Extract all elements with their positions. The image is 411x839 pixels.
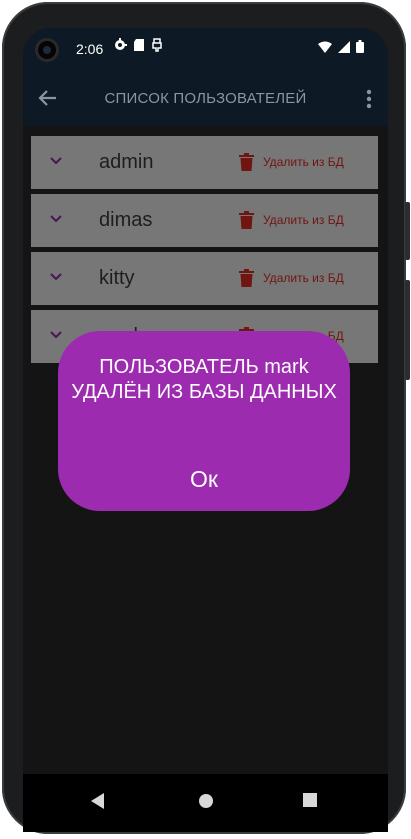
chevron-down-icon[interactable] (49, 330, 63, 340)
power-button (405, 202, 410, 260)
front-camera (35, 38, 59, 62)
nav-back-icon[interactable] (91, 793, 105, 809)
delete-user-button[interactable]: Удалить из БД (239, 211, 344, 229)
delete-user-button[interactable]: Удалить из БД (239, 269, 344, 287)
user-name: kitty (99, 267, 135, 289)
alert-dialog: ПОЛЬЗОВАТЕЛЬ mark УДАЛЁН ИЗ БАЗЫ ДАННЫХ … (58, 331, 350, 511)
sd-card-icon (134, 39, 144, 51)
trash-icon (239, 153, 254, 171)
status-time: 2:06 (76, 41, 104, 57)
ok-button[interactable]: Ок (154, 466, 254, 493)
list-item[interactable]: admin Удалить из БД (31, 136, 378, 189)
chevron-down-icon[interactable] (49, 272, 63, 282)
list-item[interactable]: kitty Удалить из БД (31, 252, 378, 305)
usb-icon (152, 38, 162, 52)
user-name: admin (99, 151, 154, 173)
delete-label: Удалить из БД (263, 155, 344, 169)
list-item[interactable]: dimas Удалить из БД (31, 194, 378, 247)
status-notification-icons (113, 38, 163, 52)
delete-user-button[interactable]: Удалить из БД (239, 153, 344, 171)
dialog-message: ПОЛЬЗОВАТЕЛЬ mark УДАЛЁН ИЗ БАЗЫ ДАННЫХ (71, 356, 337, 403)
app-bar: СПИСОК ПОЛЬЗОВАТЕЛЕЙ (23, 72, 388, 126)
battery-icon (356, 40, 364, 53)
more-vert-icon[interactable] (366, 88, 372, 110)
status-bar: 2:06 (23, 28, 388, 72)
trash-icon (239, 211, 254, 229)
delete-label: Удалить из БД (263, 271, 344, 285)
settings-alt-icon (115, 38, 127, 50)
status-system-icons (318, 40, 364, 53)
volume-button (405, 280, 410, 380)
trash-icon (239, 269, 254, 287)
chevron-down-icon[interactable] (49, 156, 63, 166)
delete-label: Удалить из БД (263, 213, 344, 227)
chevron-down-icon[interactable] (49, 214, 63, 224)
nav-recents-icon[interactable] (303, 793, 317, 807)
system-nav-bar (23, 774, 388, 832)
user-name: dimas (99, 209, 153, 231)
nav-home-icon[interactable] (198, 793, 214, 809)
page-title: СПИСОК ПОЛЬЗОВАТЕЛЕЙ (104, 90, 307, 107)
signal-icon (338, 40, 350, 53)
phone-frame: 2:06 СПИСОК ПОЛЬЗОВАТЕЛЕЙ admin Удалить … (2, 2, 410, 834)
wifi-icon (318, 41, 332, 53)
